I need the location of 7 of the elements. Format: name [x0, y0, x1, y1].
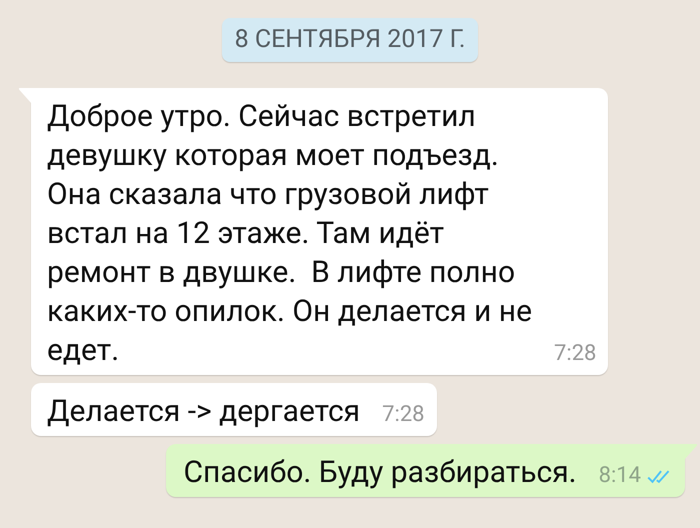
message-text: Доброе утро. Сейчас встретил девушку которая моет подъезд. Она сказала что грузовой лифт встал на 12 этаже. Там идёт ремонт в двушке. В лифте полно каких-то опилок. Он делается и не едет. [47, 98, 532, 370]
date-chip: 8 СЕНТЯБРЯ 2017 Г. [222, 18, 478, 62]
message-time: 7:28 [554, 341, 596, 367]
message-time: 7:28 [382, 402, 425, 428]
message-text: Делается -> дергается [47, 393, 360, 431]
message-text: Спасибо. Буду разбираться. [184, 454, 577, 492]
message-time: 8:14 [598, 463, 641, 489]
